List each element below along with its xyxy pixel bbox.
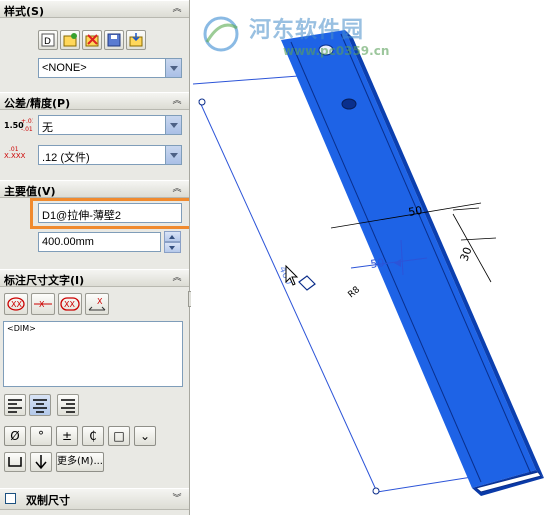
double-chevron-up-icon[interactable]: ︽	[171, 95, 183, 107]
tolerance-type-select[interactable]: 无	[38, 115, 182, 135]
dimension-value-field[interactable]: 400.00mm	[38, 232, 161, 252]
counterbore-symbol-button[interactable]	[4, 452, 26, 472]
precision-icon: .01 X.XXX	[3, 144, 33, 162]
align-center-button[interactable]	[29, 394, 51, 416]
svg-text:X.XXX: X.XXX	[4, 152, 26, 160]
precision-select[interactable]: .12 (文件)	[38, 145, 182, 165]
svg-text:XX: XX	[11, 300, 22, 309]
dimension-text-section-title: 标注尺寸文字(I)	[4, 274, 85, 287]
precision-value: .12 (文件)	[42, 152, 90, 164]
offset-text-button[interactable]: X	[85, 293, 109, 315]
dimension-text-section-header[interactable]: 标注尺寸文字(I) ︽	[0, 269, 189, 287]
svg-text:X: X	[97, 297, 103, 306]
align-right-button[interactable]	[57, 394, 79, 416]
width-dimension-label[interactable]: 50	[407, 204, 423, 219]
style-select-value: <NONE>	[42, 62, 87, 74]
align-left-button[interactable]	[4, 394, 26, 416]
svg-text:X: X	[39, 300, 45, 309]
dual-dimension-title: 双制尺寸	[26, 494, 70, 507]
square-symbol-button[interactable]: □	[108, 426, 130, 446]
dimension-cursor-icon	[298, 275, 316, 291]
spin-up-icon[interactable]	[164, 231, 181, 242]
add-style-button[interactable]	[60, 30, 80, 50]
chevron-down-icon[interactable]	[165, 59, 181, 77]
svg-text:XX: XX	[64, 300, 75, 309]
double-chevron-up-icon[interactable]: ︽	[171, 3, 183, 15]
inspection-dimension-button[interactable]: XX	[58, 293, 82, 315]
dimension-handle-top[interactable]	[198, 98, 206, 106]
center-dimension-button[interactable]: X	[31, 293, 55, 315]
load-style-button[interactable]	[126, 30, 146, 50]
hole-middle[interactable]	[341, 98, 357, 110]
style-section-header[interactable]: 样式(S) ︽	[0, 0, 189, 18]
diameter-symbol-button[interactable]: Ø	[4, 426, 26, 446]
watermark-url: www.pc0359.cn	[283, 44, 390, 58]
more-symbols-button[interactable]: 更多(M)...	[56, 452, 104, 472]
dimension-line-height	[452, 213, 492, 283]
annotation-highlight-box	[30, 198, 189, 229]
graphics-viewport[interactable]: 400 50 30 50 R8 河东软件园 www.pc0359.cn	[191, 0, 554, 515]
dimension-handle-bottom[interactable]	[372, 487, 380, 495]
double-chevron-up-icon[interactable]: ︽	[171, 183, 183, 195]
svg-text:D: D	[44, 37, 51, 47]
tolerance-section-title: 公差/精度(P)	[4, 97, 71, 110]
dimension-text-area[interactable]: <DIM>	[3, 321, 183, 387]
primary-value-section-title: 主要值(V)	[4, 185, 56, 198]
plus-minus-symbol-button[interactable]: ±	[56, 426, 78, 446]
double-chevron-up-icon[interactable]: ︽	[171, 272, 183, 284]
property-manager-panel: 样式(S) ︽ D <NONE> 公差/精度(P) ︽ 1.50 +.01 -.…	[0, 0, 190, 515]
svg-text:-.01: -.01	[21, 126, 33, 133]
style-section-title: 样式(S)	[4, 5, 44, 18]
spin-down-icon[interactable]	[164, 242, 181, 253]
degree-symbol-button[interactable]: °	[30, 426, 52, 446]
depth-symbol-button[interactable]	[30, 452, 52, 472]
tube-front-face[interactable]	[281, 30, 536, 488]
small-dimension-label[interactable]: R8	[347, 285, 363, 301]
dual-dimension-section-header[interactable]: 双制尺寸 ︾	[0, 488, 189, 510]
chevron-down-icon[interactable]	[165, 116, 181, 134]
center-dimension-label[interactable]: 50	[370, 256, 386, 271]
primary-value-section-header[interactable]: 主要值(V) ︽	[0, 180, 189, 198]
add-parentheses-button[interactable]: XX	[4, 293, 28, 315]
update-style-button[interactable]	[82, 30, 102, 50]
tolerance-type-icon: 1.50 +.01 -.01	[3, 116, 36, 134]
tube-edge-line-left	[290, 41, 482, 483]
dimension-text-content: <DIM>	[7, 324, 36, 333]
style-select[interactable]: <NONE>	[38, 58, 182, 78]
watermark-logo-icon	[203, 16, 239, 52]
svg-text:+.01: +.01	[21, 118, 33, 125]
dimension-arrow-width-top	[452, 207, 480, 211]
chevron-down-icon[interactable]	[165, 146, 181, 164]
style-default-button[interactable]: D	[38, 30, 58, 50]
tube-edge-line-right	[340, 33, 532, 475]
dual-dimension-checkbox[interactable]	[5, 493, 16, 504]
tolerance-section-header[interactable]: 公差/精度(P) ︽	[0, 92, 189, 110]
dimension-value: 400.00mm	[42, 236, 94, 248]
centerline-symbol-button[interactable]: ₵	[82, 426, 104, 446]
tolerance-type-value: 无	[42, 122, 53, 134]
double-chevron-down-icon[interactable]: ︾	[171, 493, 183, 505]
countersink-symbol-button[interactable]: ⌄	[134, 426, 156, 446]
model-canvas[interactable]: 400 50 30 50 R8	[191, 0, 554, 515]
dimension-value-spinner[interactable]	[164, 231, 181, 253]
save-style-button[interactable]	[104, 30, 124, 50]
watermark-title: 河东软件园	[249, 17, 365, 43]
